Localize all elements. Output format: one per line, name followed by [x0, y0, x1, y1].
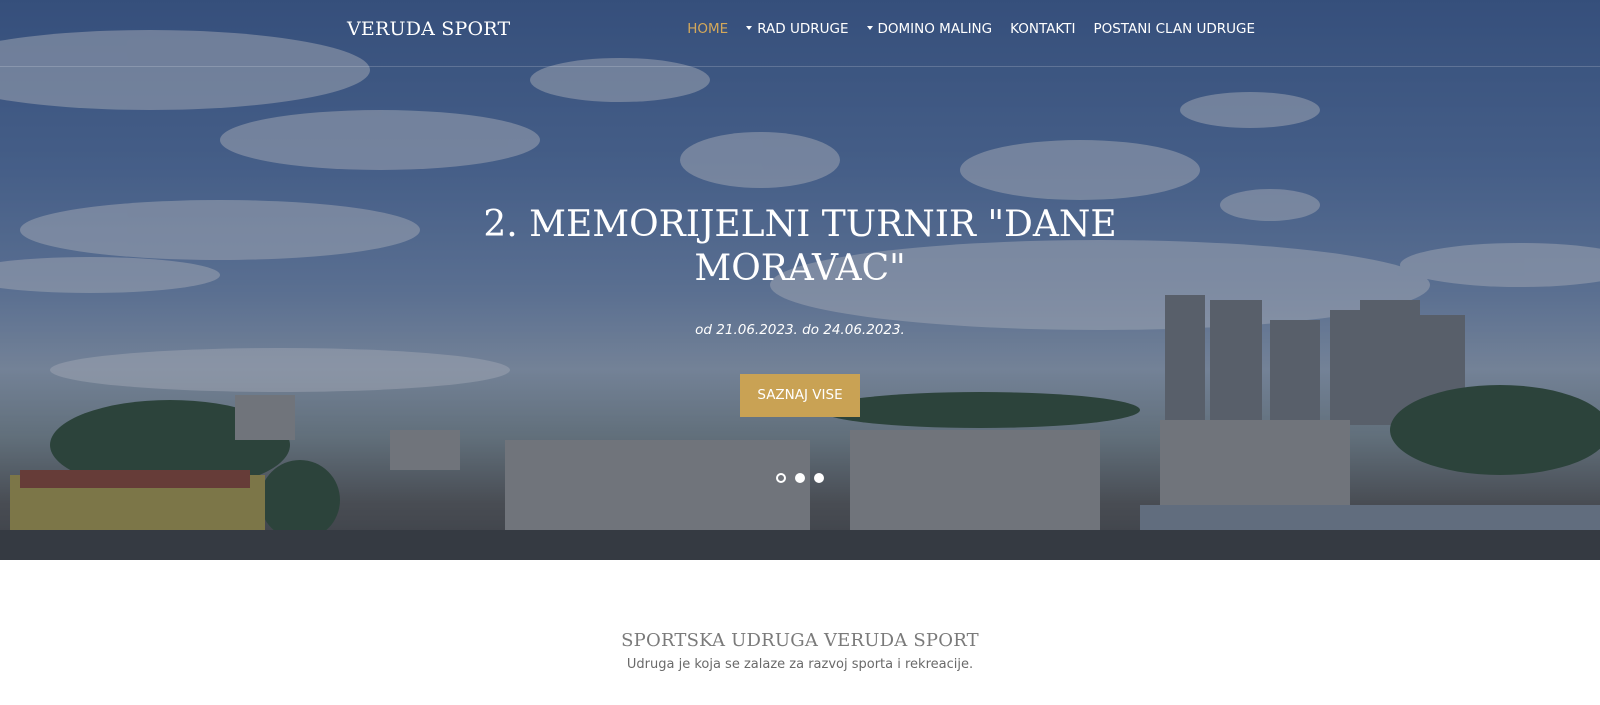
hero-title: 2. MEMORIJELNI TURNIR "DANE MORAVAC"	[483, 204, 1117, 289]
nav-item-kontakti: KONTAKTI	[1010, 21, 1075, 37]
nav-link-home[interactable]: HOME	[687, 21, 728, 37]
nav-link-postani-clan[interactable]: POSTANI CLAN UDRUGE	[1093, 21, 1255, 37]
slider-dot-1[interactable]	[776, 473, 786, 483]
nav-link-kontakti[interactable]: KONTAKTI	[1010, 21, 1075, 37]
nav-item-domino-maling: DOMINO MALING	[866, 21, 993, 37]
hero-slider: VERUDA SPORT HOME RAD UDRUGE DOMINO MALI…	[0, 0, 1600, 560]
main-nav: HOME RAD UDRUGE DOMINO MALING KONTAKTI P…	[687, 21, 1255, 37]
slider-dot-3[interactable]	[814, 473, 824, 483]
nav-link-domino-maling[interactable]: DOMINO MALING	[878, 21, 993, 37]
brand-logo[interactable]: VERUDA SPORT	[347, 18, 510, 40]
about-text: Udruga je koja se zalaze za razvoj sport…	[626, 657, 974, 672]
navbar: VERUDA SPORT HOME RAD UDRUGE DOMINO MALI…	[0, 0, 1600, 67]
nav-item-postani-clan: POSTANI CLAN UDRUGE	[1093, 21, 1255, 37]
about-section: SPORTSKA UDRUGA VERUDA SPORT Udruga je k…	[0, 560, 1600, 672]
nav-link-rad-udruge[interactable]: RAD UDRUGE	[757, 21, 848, 37]
slider-indicators	[0, 473, 1600, 483]
slider-dot-2[interactable]	[795, 473, 805, 483]
caret-down-icon	[866, 26, 873, 30]
caret-down-icon	[746, 26, 753, 30]
learn-more-button[interactable]: SAZNAJ VISE	[740, 374, 860, 417]
nav-item-rad-udruge: RAD UDRUGE	[746, 21, 849, 37]
about-title: SPORTSKA UDRUGA VERUDA SPORT	[621, 630, 979, 651]
nav-item-home: HOME	[687, 21, 728, 37]
hero-content: 2. MEMORIJELNI TURNIR "DANE MORAVAC" od …	[0, 203, 1600, 417]
hero-subtitle: od 21.06.2023. do 24.06.2023.	[695, 322, 905, 338]
